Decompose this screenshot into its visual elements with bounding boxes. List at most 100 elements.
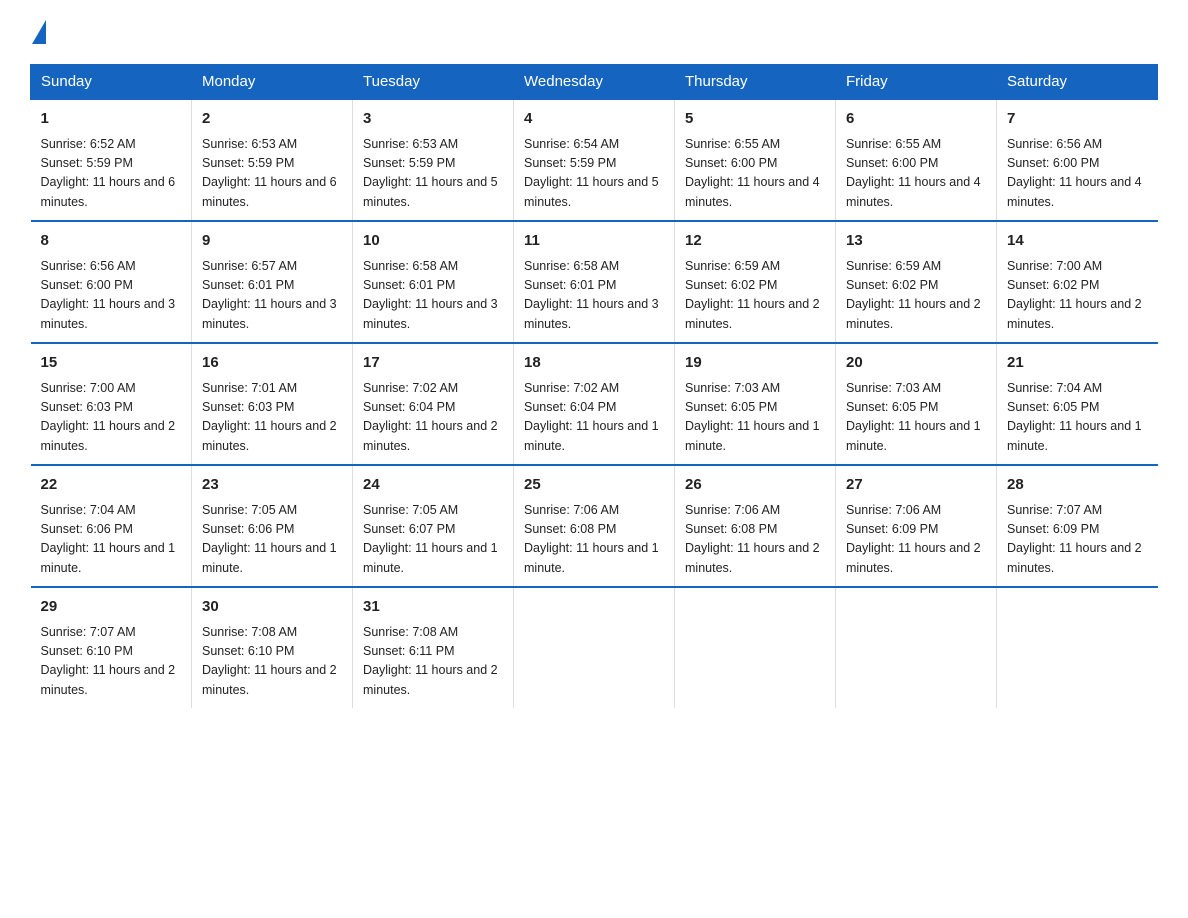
day-info: Sunrise: 6:54 AMSunset: 5:59 PMDaylight:…	[524, 137, 659, 209]
calendar-cell: 26 Sunrise: 7:06 AMSunset: 6:08 PMDayligh…	[675, 465, 836, 587]
day-number: 26	[685, 474, 825, 497]
day-number: 13	[846, 230, 986, 253]
calendar-table: SundayMondayTuesdayWednesdayThursdayFrid…	[30, 64, 1158, 708]
day-number: 9	[202, 230, 342, 253]
calendar-week-row: 29 Sunrise: 7:07 AMSunset: 6:10 PMDayligh…	[31, 587, 1158, 708]
day-number: 17	[363, 352, 503, 375]
calendar-cell	[997, 587, 1158, 708]
day-number: 4	[524, 108, 664, 131]
day-info: Sunrise: 7:01 AMSunset: 6:03 PMDaylight:…	[202, 381, 337, 453]
column-header-wednesday: Wednesday	[514, 65, 675, 100]
day-info: Sunrise: 7:03 AMSunset: 6:05 PMDaylight:…	[846, 381, 981, 453]
calendar-cell: 20 Sunrise: 7:03 AMSunset: 6:05 PMDayligh…	[836, 343, 997, 465]
calendar-cell: 23 Sunrise: 7:05 AMSunset: 6:06 PMDayligh…	[192, 465, 353, 587]
calendar-cell: 7 Sunrise: 6:56 AMSunset: 6:00 PMDaylight…	[997, 99, 1158, 221]
column-header-sunday: Sunday	[31, 65, 192, 100]
day-info: Sunrise: 6:56 AMSunset: 6:00 PMDaylight:…	[41, 259, 176, 331]
day-number: 20	[846, 352, 986, 375]
day-number: 3	[363, 108, 503, 131]
day-number: 15	[41, 352, 182, 375]
calendar-header-row: SundayMondayTuesdayWednesdayThursdayFrid…	[31, 65, 1158, 100]
calendar-week-row: 8 Sunrise: 6:56 AMSunset: 6:00 PMDaylight…	[31, 221, 1158, 343]
calendar-cell: 12 Sunrise: 6:59 AMSunset: 6:02 PMDayligh…	[675, 221, 836, 343]
calendar-cell	[675, 587, 836, 708]
calendar-week-row: 1 Sunrise: 6:52 AMSunset: 5:59 PMDaylight…	[31, 99, 1158, 221]
day-info: Sunrise: 6:52 AMSunset: 5:59 PMDaylight:…	[41, 137, 176, 209]
calendar-cell: 9 Sunrise: 6:57 AMSunset: 6:01 PMDaylight…	[192, 221, 353, 343]
column-header-tuesday: Tuesday	[353, 65, 514, 100]
day-number: 31	[363, 596, 503, 619]
day-number: 12	[685, 230, 825, 253]
day-number: 27	[846, 474, 986, 497]
day-info: Sunrise: 6:56 AMSunset: 6:00 PMDaylight:…	[1007, 137, 1142, 209]
day-info: Sunrise: 6:57 AMSunset: 6:01 PMDaylight:…	[202, 259, 337, 331]
day-number: 22	[41, 474, 182, 497]
calendar-cell: 2 Sunrise: 6:53 AMSunset: 5:59 PMDaylight…	[192, 99, 353, 221]
day-info: Sunrise: 6:58 AMSunset: 6:01 PMDaylight:…	[524, 259, 659, 331]
day-info: Sunrise: 6:53 AMSunset: 5:59 PMDaylight:…	[202, 137, 337, 209]
day-info: Sunrise: 7:07 AMSunset: 6:09 PMDaylight:…	[1007, 503, 1142, 575]
calendar-cell: 10Sunrise: 6:58 AMSunset: 6:01 PMDayligh…	[353, 221, 514, 343]
calendar-cell: 4 Sunrise: 6:54 AMSunset: 5:59 PMDaylight…	[514, 99, 675, 221]
day-info: Sunrise: 7:00 AMSunset: 6:03 PMDaylight:…	[41, 381, 176, 453]
day-info: Sunrise: 7:00 AMSunset: 6:02 PMDaylight:…	[1007, 259, 1142, 331]
calendar-week-row: 15 Sunrise: 7:00 AMSunset: 6:03 PMDayligh…	[31, 343, 1158, 465]
day-info: Sunrise: 7:06 AMSunset: 6:09 PMDaylight:…	[846, 503, 981, 575]
day-number: 21	[1007, 352, 1148, 375]
calendar-cell: 14 Sunrise: 7:00 AMSunset: 6:02 PMDayligh…	[997, 221, 1158, 343]
day-number: 19	[685, 352, 825, 375]
day-info: Sunrise: 7:04 AMSunset: 6:06 PMDaylight:…	[41, 503, 176, 575]
day-number: 1	[41, 108, 182, 131]
column-header-friday: Friday	[836, 65, 997, 100]
day-info: Sunrise: 7:04 AMSunset: 6:05 PMDaylight:…	[1007, 381, 1142, 453]
day-info: Sunrise: 6:59 AMSunset: 6:02 PMDaylight:…	[846, 259, 981, 331]
day-number: 16	[202, 352, 342, 375]
day-info: Sunrise: 7:02 AMSunset: 6:04 PMDaylight:…	[524, 381, 659, 453]
day-number: 29	[41, 596, 182, 619]
day-number: 24	[363, 474, 503, 497]
day-number: 28	[1007, 474, 1148, 497]
column-header-thursday: Thursday	[675, 65, 836, 100]
calendar-cell: 22 Sunrise: 7:04 AMSunset: 6:06 PMDayligh…	[31, 465, 192, 587]
calendar-cell: 17 Sunrise: 7:02 AMSunset: 6:04 PMDayligh…	[353, 343, 514, 465]
calendar-cell: 25Sunrise: 7:06 AMSunset: 6:08 PMDayligh…	[514, 465, 675, 587]
calendar-cell: 5Sunrise: 6:55 AMSunset: 6:00 PMDaylight…	[675, 99, 836, 221]
day-info: Sunrise: 6:59 AMSunset: 6:02 PMDaylight:…	[685, 259, 820, 331]
day-info: Sunrise: 7:06 AMSunset: 6:08 PMDaylight:…	[685, 503, 820, 575]
day-info: Sunrise: 6:58 AMSunset: 6:01 PMDaylight:…	[363, 259, 498, 331]
calendar-cell: 30 Sunrise: 7:08 AMSunset: 6:10 PMDayligh…	[192, 587, 353, 708]
day-number: 23	[202, 474, 342, 497]
day-number: 7	[1007, 108, 1148, 131]
calendar-cell: 1 Sunrise: 6:52 AMSunset: 5:59 PMDaylight…	[31, 99, 192, 221]
calendar-cell: 21 Sunrise: 7:04 AMSunset: 6:05 PMDayligh…	[997, 343, 1158, 465]
calendar-cell	[514, 587, 675, 708]
day-number: 14	[1007, 230, 1148, 253]
calendar-week-row: 22 Sunrise: 7:04 AMSunset: 6:06 PMDayligh…	[31, 465, 1158, 587]
day-info: Sunrise: 7:08 AMSunset: 6:11 PMDaylight:…	[363, 625, 498, 697]
calendar-cell: 16 Sunrise: 7:01 AMSunset: 6:03 PMDayligh…	[192, 343, 353, 465]
column-header-saturday: Saturday	[997, 65, 1158, 100]
calendar-cell: 19Sunrise: 7:03 AMSunset: 6:05 PMDayligh…	[675, 343, 836, 465]
calendar-cell: 27 Sunrise: 7:06 AMSunset: 6:09 PMDayligh…	[836, 465, 997, 587]
day-info: Sunrise: 7:08 AMSunset: 6:10 PMDaylight:…	[202, 625, 337, 697]
calendar-cell: 8 Sunrise: 6:56 AMSunset: 6:00 PMDaylight…	[31, 221, 192, 343]
day-number: 6	[846, 108, 986, 131]
calendar-cell: 18 Sunrise: 7:02 AMSunset: 6:04 PMDayligh…	[514, 343, 675, 465]
day-number: 30	[202, 596, 342, 619]
calendar-cell: 24Sunrise: 7:05 AMSunset: 6:07 PMDayligh…	[353, 465, 514, 587]
column-header-monday: Monday	[192, 65, 353, 100]
calendar-cell: 31 Sunrise: 7:08 AMSunset: 6:11 PMDayligh…	[353, 587, 514, 708]
day-info: Sunrise: 7:05 AMSunset: 6:06 PMDaylight:…	[202, 503, 337, 575]
logo	[30, 20, 52, 44]
page-header	[30, 20, 1158, 44]
day-number: 2	[202, 108, 342, 131]
calendar-cell: 28 Sunrise: 7:07 AMSunset: 6:09 PMDayligh…	[997, 465, 1158, 587]
day-info: Sunrise: 7:02 AMSunset: 6:04 PMDaylight:…	[363, 381, 498, 453]
calendar-cell: 29 Sunrise: 7:07 AMSunset: 6:10 PMDayligh…	[31, 587, 192, 708]
day-info: Sunrise: 6:55 AMSunset: 6:00 PMDaylight:…	[685, 137, 820, 209]
day-number: 8	[41, 230, 182, 253]
day-number: 18	[524, 352, 664, 375]
calendar-cell: 3Sunrise: 6:53 AMSunset: 5:59 PMDaylight…	[353, 99, 514, 221]
day-info: Sunrise: 7:07 AMSunset: 6:10 PMDaylight:…	[41, 625, 176, 697]
calendar-cell: 6Sunrise: 6:55 AMSunset: 6:00 PMDaylight…	[836, 99, 997, 221]
